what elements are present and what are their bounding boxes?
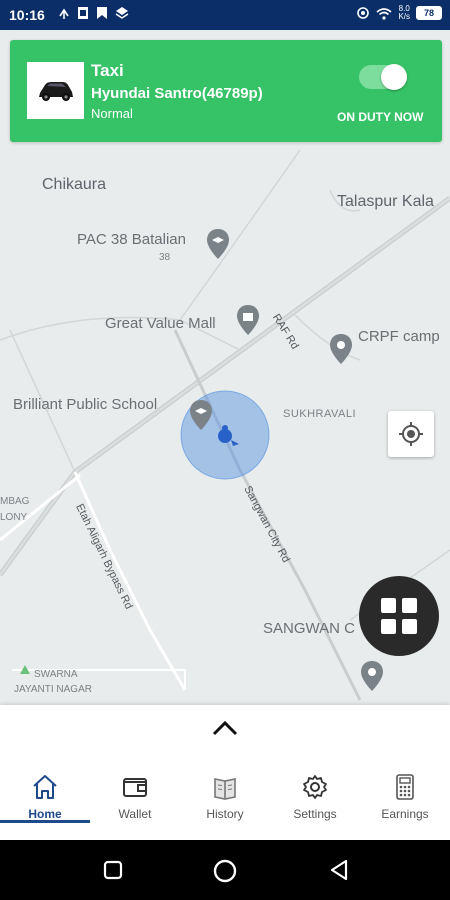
nav-label-earnings: Earnings: [381, 807, 429, 821]
clock: 10:16: [9, 7, 45, 23]
user-location-icon: [218, 425, 239, 446]
park-icon: [20, 665, 30, 674]
school-pin-icon[interactable]: [206, 228, 230, 260]
bookmark-icon: [97, 7, 107, 19]
history-icon: [214, 778, 236, 800]
settings-icon: [303, 775, 327, 799]
nav-item-settings[interactable]: Settings: [270, 773, 360, 821]
school-pin-icon[interactable]: [189, 399, 213, 431]
wallet-icon: [123, 778, 147, 797]
nav-label-settings: Settings: [293, 807, 337, 821]
status-bar: 10:16 8.0 K/s 78: [0, 0, 450, 30]
vehicle-name: Hyundai Santro(46789p): [91, 85, 263, 102]
location-status-icon: [357, 7, 370, 19]
nav-label-home: Home: [28, 807, 62, 821]
earnings-icon: [396, 774, 414, 800]
home-circle-icon[interactable]: [213, 859, 237, 883]
nav-label-wallet: Wallet: [118, 807, 152, 821]
menu-grid-button[interactable]: [359, 576, 439, 656]
layers-icon: [115, 7, 129, 19]
bottom-navigation: Home Wallet History Settings Earnings: [0, 773, 450, 835]
active-indicator: [0, 820, 90, 823]
home-icon: [33, 775, 57, 799]
net-speed-unit: K/s: [398, 12, 410, 21]
duty-status-card: Taxi Hyundai Santro(46789p) Normal ON DU…: [10, 40, 442, 142]
place-label-sukhravali: SUKHRAVALI: [283, 408, 357, 420]
my-location-button[interactable]: [388, 411, 434, 457]
nav-item-history[interactable]: History: [180, 773, 270, 821]
battery-icon: 78: [416, 6, 442, 20]
place-label-crpf: CRPF camp: [358, 328, 440, 345]
wifi-icon: [376, 7, 392, 20]
crosshair-icon: [399, 422, 423, 446]
vehicle-thumbnail: [27, 62, 84, 119]
place-label-school: Brilliant Public School: [13, 396, 158, 413]
net-speed: 8.0 K/s: [398, 5, 410, 21]
place-label-swarna-2: JAYANTI NAGAR: [14, 684, 92, 695]
shopping-pin-icon[interactable]: [236, 304, 260, 336]
place-label-pac-sub: 38: [159, 252, 171, 263]
recents-icon[interactable]: [103, 860, 123, 880]
duty-toggle[interactable]: [359, 64, 407, 90]
notification-icons: [58, 6, 129, 20]
duty-status-label: ON DUTY NOW: [337, 110, 424, 124]
place-label-swarna-1: SWARNA: [34, 669, 78, 680]
toggle-knob: [381, 64, 407, 90]
place-label-chikaura: Chikaura: [42, 176, 107, 193]
place-pin-icon[interactable]: [360, 660, 384, 692]
vehicle-category: Normal: [91, 106, 133, 121]
system-navigation-bar: [0, 840, 450, 900]
nav-item-wallet[interactable]: Wallet: [90, 773, 180, 821]
service-type: Taxi: [91, 61, 124, 80]
place-label-pac: PAC 38 Batalian: [77, 231, 186, 248]
nav-item-earnings[interactable]: Earnings: [360, 773, 450, 821]
chevron-up-icon[interactable]: [211, 719, 239, 737]
car-icon: [38, 81, 73, 101]
place-label-sangwan: SANGWAN C: [263, 620, 355, 637]
grid-icon: [381, 598, 417, 634]
nav-label-history: History: [206, 807, 244, 821]
signal-arrow-icon: [59, 8, 69, 19]
place-label-talaspur: Talaspur Kala: [337, 193, 434, 210]
place-label-ambag-2: LONY: [0, 512, 28, 523]
nav-item-home[interactable]: Home: [0, 773, 90, 823]
bottom-panel: Home Wallet History Settings Earnings: [0, 705, 450, 840]
place-label-mall: Great Value Mall: [105, 315, 216, 332]
system-status-icons: 8.0 K/s 78: [356, 5, 442, 21]
sim-icon: [78, 7, 88, 19]
place-label-ambag-1: MBAG: [0, 496, 30, 507]
back-icon[interactable]: [328, 859, 350, 881]
place-pin-icon[interactable]: [329, 333, 353, 365]
